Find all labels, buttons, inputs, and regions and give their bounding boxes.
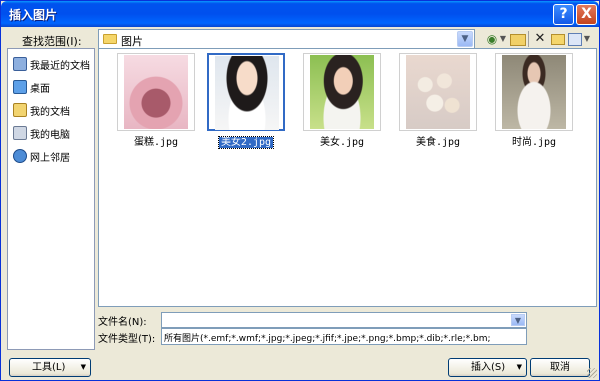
back-history-arrow-icon[interactable]: ▼ bbox=[499, 31, 507, 47]
file-name-input[interactable]: ▼ bbox=[161, 312, 527, 328]
network-places-icon bbox=[13, 149, 27, 163]
delete-icon[interactable]: ✕ bbox=[533, 31, 547, 47]
dropdown-arrow-icon: ▼ bbox=[516, 363, 522, 371]
thumbnail-frame bbox=[117, 53, 195, 131]
cake-thumbnail bbox=[124, 55, 188, 129]
dialog-title: 插入图片 bbox=[9, 8, 58, 22]
my-documents-icon bbox=[13, 103, 27, 117]
my-computer-icon bbox=[13, 126, 27, 140]
views-icon[interactable] bbox=[568, 33, 582, 46]
file-tile-food[interactable]: 美食.jpg bbox=[399, 53, 479, 149]
beauty2-thumbnail bbox=[215, 56, 279, 130]
file-name: 美食.jpg bbox=[415, 137, 461, 148]
place-label: 我最近的文档 bbox=[30, 61, 90, 72]
place-label: 网上邻居 bbox=[30, 153, 70, 164]
new-folder-icon[interactable] bbox=[551, 34, 565, 45]
place-label: 我的电脑 bbox=[30, 130, 70, 141]
file-tile-cake[interactable]: 蛋糕.jpg bbox=[117, 53, 197, 149]
file-type-dropdown[interactable]: 所有图片(*.emf;*.wmf;*.jpg;*.jpeg;*.jfif;*.j… bbox=[161, 328, 527, 345]
toolbar-separator bbox=[528, 31, 529, 47]
file-list-view[interactable]: 蛋糕.jpg 美女2.jpg 美女.jpg 美食.jpg 时尚.jpg bbox=[98, 48, 597, 307]
food-thumbnail bbox=[406, 55, 470, 129]
place-label: 我的文档 bbox=[30, 107, 70, 118]
place-my-documents[interactable]: 我的文档 bbox=[11, 100, 93, 120]
file-name-selected: 美女2.jpg bbox=[217, 136, 275, 149]
insert-button[interactable]: 插入(S) ▼ bbox=[448, 358, 527, 377]
place-my-computer[interactable]: 我的电脑 bbox=[11, 123, 93, 143]
places-bar: 我最近的文档 桌面 我的文档 我的电脑 网上邻居 bbox=[7, 48, 95, 350]
place-recent-documents[interactable]: 我最近的文档 bbox=[11, 54, 93, 74]
help-button[interactable]: ? bbox=[553, 4, 574, 25]
place-desktop[interactable]: 桌面 bbox=[11, 77, 93, 97]
tools-button-label: 工具(L) bbox=[32, 362, 66, 373]
file-type-label: 文件类型(T): bbox=[98, 334, 156, 345]
thumbnail-frame bbox=[207, 53, 285, 131]
folder-icon bbox=[103, 34, 117, 44]
beauty-thumbnail bbox=[310, 55, 374, 129]
look-in-value: 图片 bbox=[121, 35, 143, 48]
thumbnail-frame bbox=[495, 53, 573, 131]
dropdown-arrow-icon: ▼ bbox=[80, 363, 86, 371]
file-tile-beauty2[interactable]: 美女2.jpg bbox=[207, 53, 287, 149]
file-name: 美女.jpg bbox=[319, 137, 365, 148]
file-name: 蛋糕.jpg bbox=[133, 137, 179, 148]
resize-grip[interactable] bbox=[587, 368, 597, 378]
back-icon[interactable]: ◉ bbox=[485, 31, 499, 47]
file-tile-beauty[interactable]: 美女.jpg bbox=[303, 53, 383, 149]
thumbnail-frame bbox=[303, 53, 381, 131]
place-label: 桌面 bbox=[30, 84, 50, 95]
look-in-label: 查找范围(I): bbox=[22, 35, 82, 48]
file-tile-fashion[interactable]: 时尚.jpg bbox=[495, 53, 575, 149]
fashion-thumbnail bbox=[502, 55, 566, 129]
file-name: 时尚.jpg bbox=[511, 137, 557, 148]
file-name-label: 文件名(N): bbox=[98, 317, 147, 328]
insert-picture-dialog: 插入图片 ? X 查找范围(I): 图片 ▼ ◉ ▼ ✕ ▼ 我最近的文档 桌面… bbox=[0, 0, 600, 381]
cancel-button[interactable]: 取消 bbox=[530, 358, 590, 377]
up-one-level-icon[interactable] bbox=[510, 34, 526, 46]
tools-button[interactable]: 工具(L) ▼ bbox=[9, 358, 91, 377]
close-button[interactable]: X bbox=[576, 4, 597, 25]
file-type-value: 所有图片(*.emf;*.wmf;*.jpg;*.jpeg;*.jfif;*.j… bbox=[164, 334, 491, 344]
look-in-dropdown[interactable]: 图片 ▼ bbox=[98, 29, 475, 49]
insert-button-label: 插入(S) bbox=[471, 362, 506, 373]
chevron-down-icon[interactable]: ▼ bbox=[511, 314, 525, 326]
title-bar[interactable]: 插入图片 ? X bbox=[1, 1, 599, 27]
views-arrow-icon[interactable]: ▼ bbox=[583, 31, 591, 47]
recent-documents-icon bbox=[13, 57, 27, 71]
desktop-icon bbox=[13, 80, 27, 94]
place-network[interactable]: 网上邻居 bbox=[11, 146, 93, 166]
thumbnail-frame bbox=[399, 53, 477, 131]
chevron-down-icon[interactable]: ▼ bbox=[457, 31, 473, 47]
